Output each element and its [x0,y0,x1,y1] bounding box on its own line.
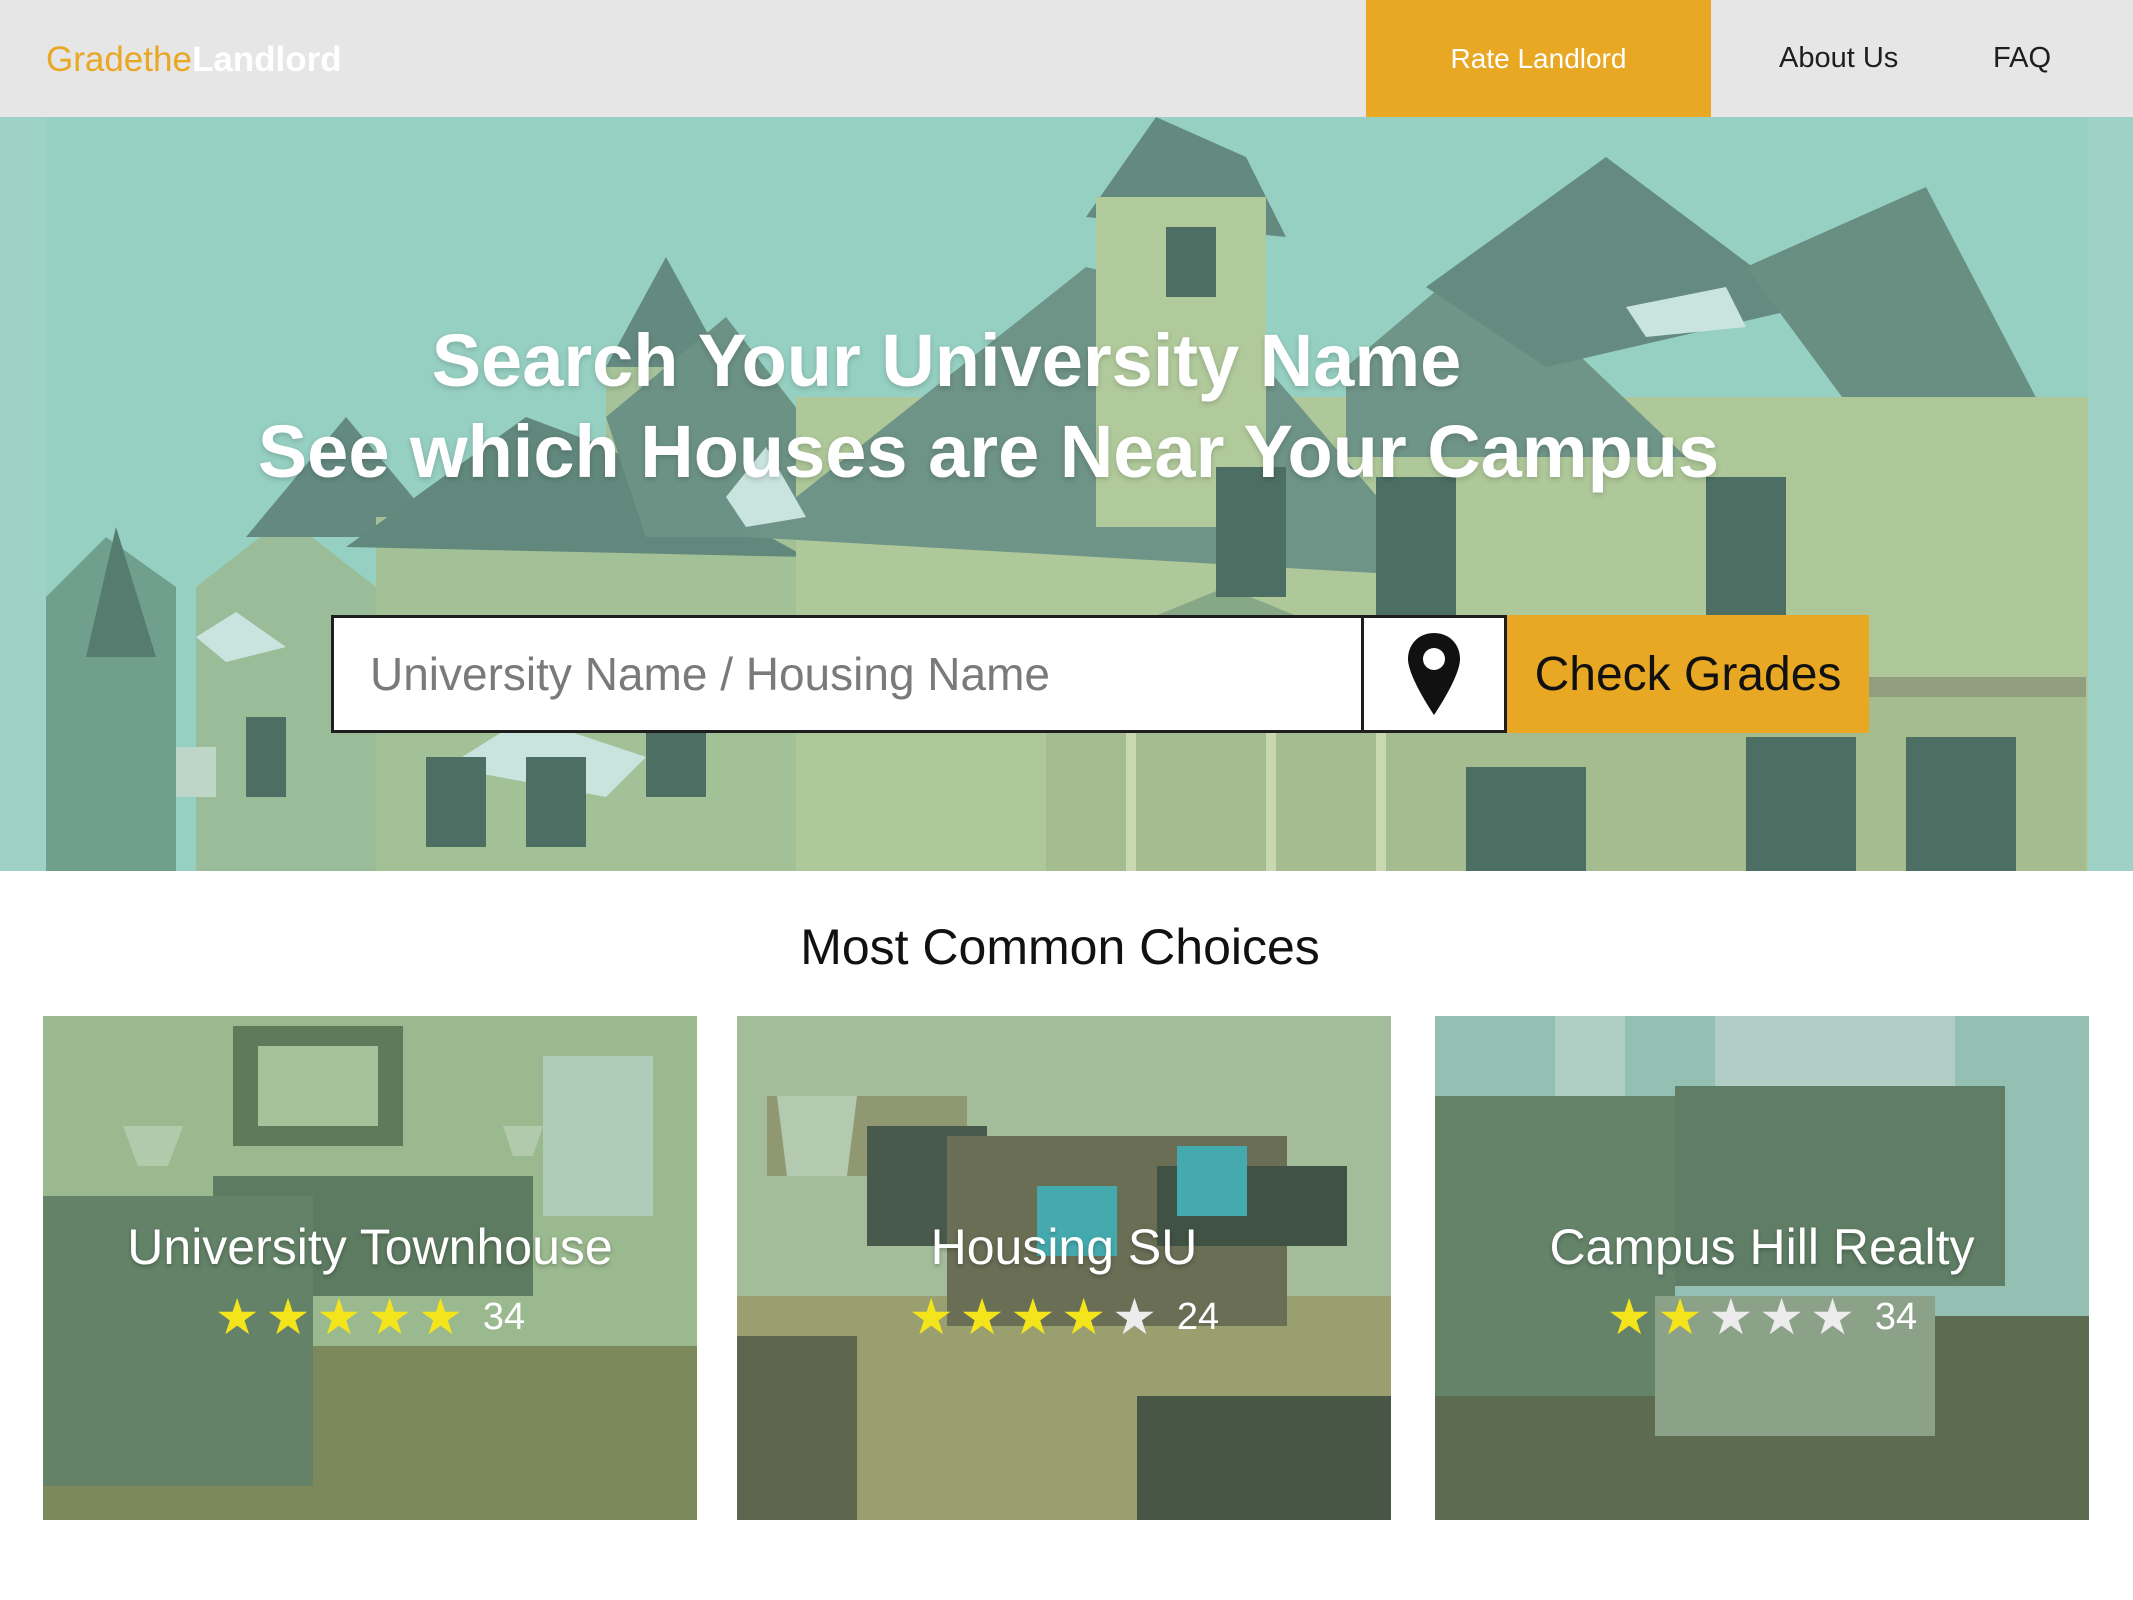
star-icon: ★ [265,1288,311,1346]
map-pin-icon [1408,633,1460,715]
card-title: University Townhouse [127,1219,613,1275]
star-icon: ★ [1810,1288,1855,1346]
logo-text-grade: Gradethe [46,40,192,79]
location-button[interactable] [1361,615,1507,733]
section-title: Most Common Choices [800,919,1320,975]
housing-card[interactable]: Campus Hill Realty ★ ★ ★ ★ ★ 34 [1435,1016,2089,1520]
star-icon: ★ [959,1288,1005,1346]
star-rating: ★ ★ ★ ★ ★ 34 [43,1292,697,1342]
hero-title-line-1: Search Your University Name [431,319,1462,402]
rate-landlord-button[interactable]: Rate Landlord [1366,0,1711,117]
search-field [331,615,1364,733]
star-icon: ★ [908,1288,954,1346]
review-count: 34 [1874,1295,1918,1338]
housing-card[interactable]: Housing SU ★ ★ ★ ★ ★ 24 [737,1016,1391,1520]
star-icon: ★ [316,1288,362,1346]
review-count: 34 [482,1295,526,1338]
nav-link-about-us[interactable]: About Us [1779,0,1898,117]
hero-title-line-2: See which Houses are Near Your Campus [257,410,1720,493]
check-grades-button[interactable]: Check Grades [1507,615,1869,733]
housing-card[interactable]: University Townhouse ★ ★ ★ ★ ★ 34 [43,1016,697,1520]
star-rating: ★ ★ ★ ★ ★ 24 [737,1292,1391,1342]
star-icon: ★ [214,1288,260,1346]
top-nav: GradetheLandlord Rate Landlord About Us … [0,0,2133,117]
site-logo[interactable]: GradetheLandlord [46,40,342,80]
star-icon: ★ [1606,1288,1652,1346]
star-icon: ★ [418,1288,463,1346]
star-icon: ★ [1061,1288,1107,1346]
star-icon: ★ [1010,1288,1056,1346]
star-icon: ★ [1657,1288,1703,1346]
star-icon: ★ [1112,1288,1157,1346]
card-title: Housing SU [930,1219,1198,1275]
star-icon: ★ [1708,1288,1754,1346]
logo-text-landlord: Landlord [191,40,342,79]
hero-banner: Search Your University Name See which Ho… [0,117,2133,871]
search-input[interactable] [334,618,1361,730]
review-count: 24 [1176,1295,1220,1338]
card-title: Campus Hill Realty [1549,1219,1975,1275]
star-rating: ★ ★ ★ ★ ★ 34 [1435,1292,2089,1342]
nav-link-faq[interactable]: FAQ [1993,0,2051,117]
star-icon: ★ [367,1288,413,1346]
star-icon: ★ [1759,1288,1805,1346]
